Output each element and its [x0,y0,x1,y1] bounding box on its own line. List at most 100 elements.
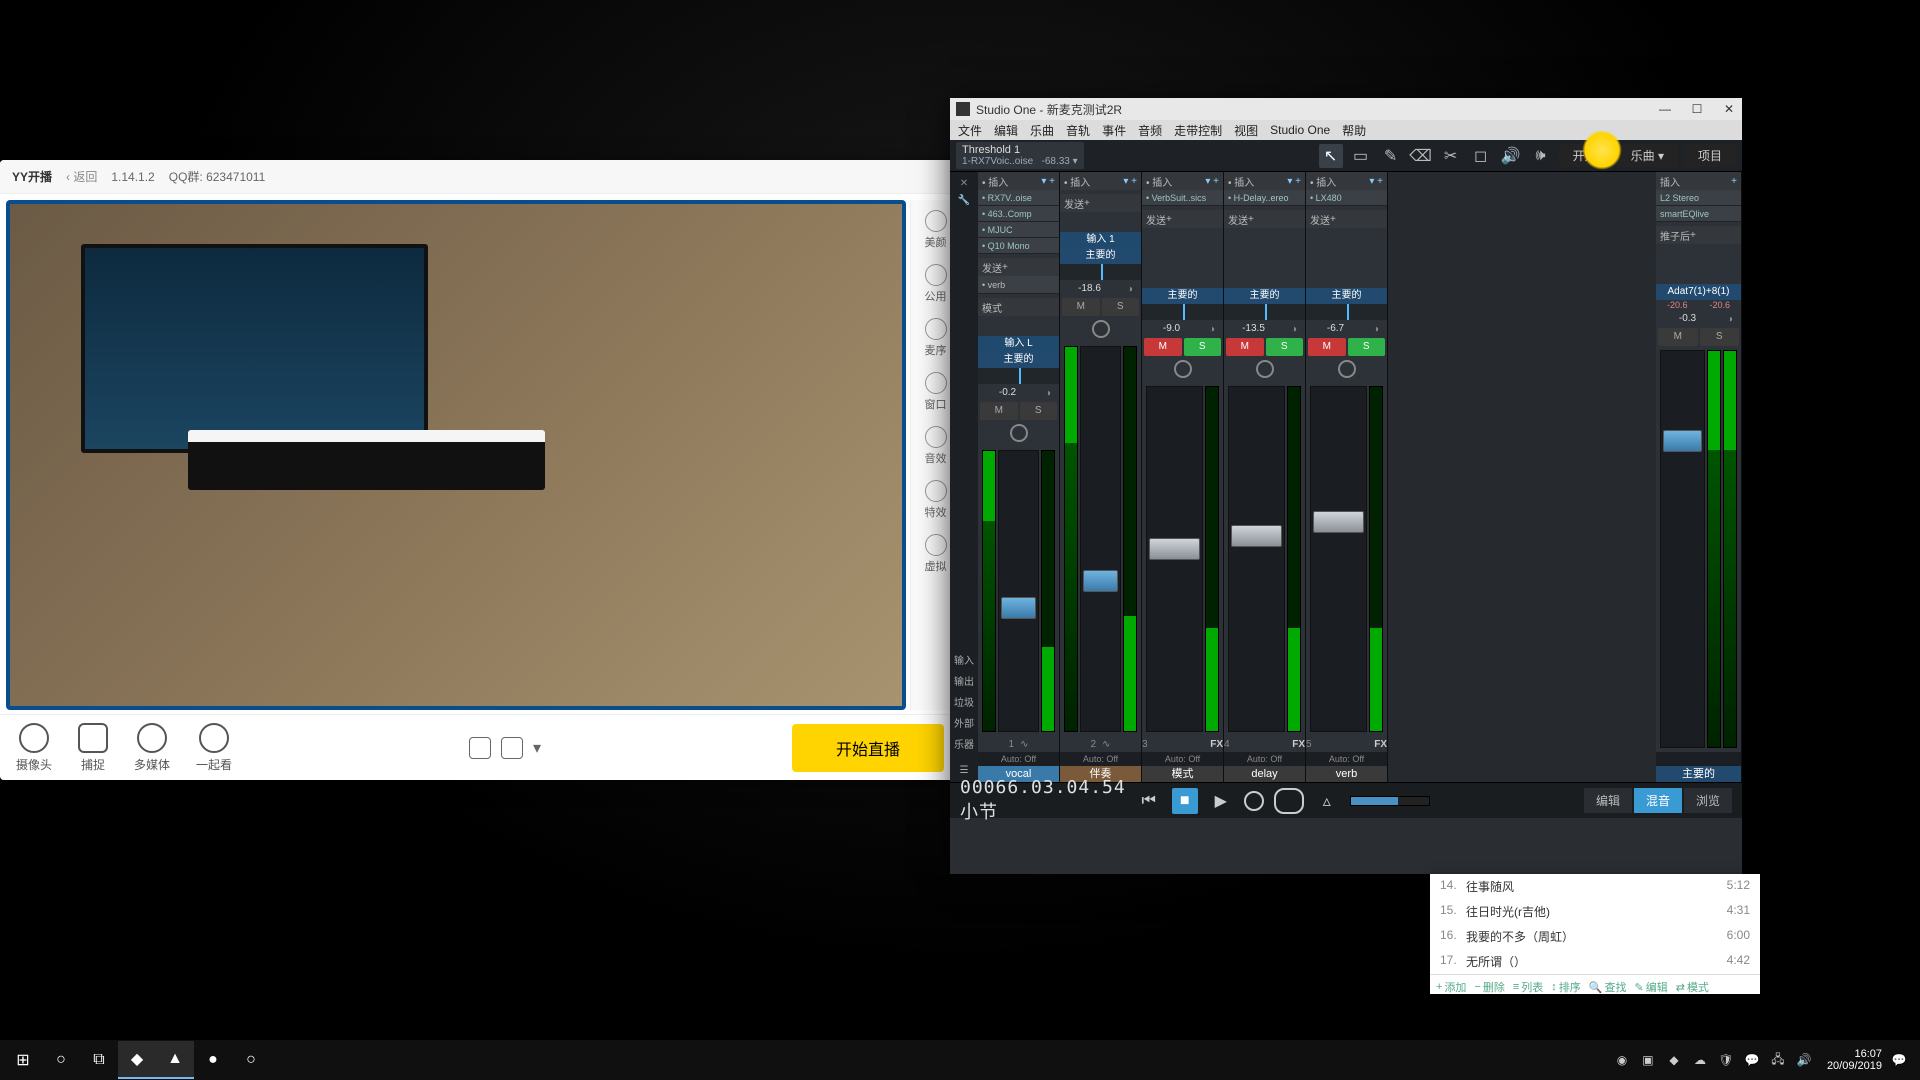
pl-add[interactable]: + 添加 [1436,979,1466,994]
close-panel-icon[interactable]: ✕ [960,178,968,189]
insert-slot[interactable]: • 463..Comp [978,206,1059,222]
pan-knob-icon[interactable]: ◑ [1365,320,1387,338]
listen-tool-icon[interactable]: 🔊 [1499,144,1523,168]
add-insert-icon[interactable]: ▾ + [1123,176,1137,187]
taskbar-app-1[interactable]: ◆ [118,1041,156,1079]
pan-slider[interactable] [978,368,1059,384]
yy-video-preview[interactable] [6,200,906,710]
auto-mode[interactable] [1656,752,1741,766]
cam-toggle-icon[interactable] [501,737,523,759]
draw-tool-icon[interactable]: ✎ [1379,144,1403,168]
gain-knob[interactable] [1338,360,1356,378]
playlist-row[interactable]: 14.往事随风5:12 [1430,874,1760,899]
taskbar-app-2[interactable]: ▲ [156,1041,194,1079]
auto-mode[interactable]: Auto: Off [1306,752,1387,766]
mute-button[interactable]: M [1062,298,1100,316]
add-insert-icon[interactable]: ▾ + [1287,176,1301,187]
side-beauty[interactable]: 美颜 [925,210,947,250]
tab-input[interactable]: 输入 [954,652,974,667]
start-page-button[interactable]: 开始 [1559,144,1611,167]
media-button[interactable]: 多媒体 [134,723,170,773]
master-channel[interactable]: 插入+ L2 Stereo smartEQlive 推子后+ Adat7(1)+… [1656,172,1742,782]
fader-track[interactable] [1310,386,1367,732]
fader-cap[interactable] [1149,538,1200,560]
side-effect[interactable]: 特效 [925,480,947,520]
master-io[interactable]: Adat7(1)+8(1) [1656,284,1741,300]
together-button[interactable]: 一起看 [196,723,232,773]
tab-output[interactable]: 输出 [954,673,974,688]
loop-button[interactable] [1274,788,1304,814]
menu-audio[interactable]: 音频 [1138,122,1162,139]
fader-track[interactable] [1146,386,1203,732]
so-titlebar[interactable]: Studio One - 新麦克测试2R — ☐ ✕ [950,98,1742,120]
solo-button[interactable]: S [1266,338,1304,356]
task-view-icon[interactable]: ⧉ [80,1041,118,1079]
channel-name[interactable]: delay [1224,766,1305,782]
pan-slider[interactable] [1142,304,1223,320]
io-label[interactable]: 输入 L [978,336,1059,352]
minimize-button[interactable]: — [1658,102,1672,116]
range-tool-icon[interactable]: ▭ [1349,144,1373,168]
insert-slot[interactable]: • RX7V..oise [978,190,1059,206]
pan-knob-icon[interactable]: ◑ [1283,320,1305,338]
solo-button[interactable]: S [1102,298,1140,316]
side-virtual[interactable]: 虚拟 [925,534,947,574]
track-info-pill[interactable]: Threshold 1 1-RX7Voic..oise -68.33 ▾ [956,142,1084,169]
side-public[interactable]: 公用 [925,264,947,304]
pan-knob-icon[interactable]: ◑ [1201,320,1223,338]
start-live-button[interactable]: 开始直播 [792,724,944,772]
io-label[interactable]: 输入 1 [1060,232,1141,248]
play-button[interactable]: ▶ [1208,788,1234,814]
menu-studioone[interactable]: Studio One [1270,123,1330,137]
fader-track[interactable] [998,450,1039,732]
taskbar-app-4[interactable]: ○ [232,1041,270,1079]
gain-knob[interactable] [1092,320,1110,338]
pl-sort[interactable]: ↕ 排序 [1551,979,1581,994]
pan-slider[interactable] [1060,264,1141,280]
pan-knob-icon[interactable]: ◑ [1119,280,1141,298]
playlist-row[interactable]: 17.无所谓（）4:42 [1430,949,1760,974]
output-label[interactable]: 主要的 [1142,288,1223,304]
tray-volume-icon[interactable]: 🔊 [1795,1051,1813,1069]
speaker-icon[interactable]: 🕪 [1529,144,1553,168]
add-send-icon[interactable]: + [1690,230,1696,241]
output-label[interactable]: 主要的 [978,352,1059,368]
menu-song[interactable]: 乐曲 [1030,122,1054,139]
menu-icon[interactable]: ☰ [960,765,969,776]
maximize-button[interactable]: ☐ [1690,102,1704,116]
pan-slider[interactable] [1306,304,1387,320]
channel-4[interactable]: • 插入▾ + • H-Delay..ereo 发送+ 主要的 -13.5◑ M… [1224,172,1306,782]
playlist-row[interactable]: 15.往日时光(r吉他)4:31 [1430,899,1760,924]
mute-button[interactable]: M [1144,338,1182,356]
stop-button[interactable]: ■ [1172,788,1198,814]
gain-knob[interactable] [1010,424,1028,442]
master-fader-track[interactable] [1660,350,1705,748]
insert-slot[interactable]: • MJUC [978,222,1059,238]
channel-2[interactable]: • 插入▾ + 发送+ 输入 1 主要的 -18.6◑ MS 2∿ Auto: … [1060,172,1142,782]
menu-help[interactable]: 帮助 [1342,122,1366,139]
pl-mode[interactable]: ⇄ 模式 [1676,979,1709,994]
playlist-row[interactable]: 16.我要的不多（周虹）6:00 [1430,924,1760,949]
yy-back-button[interactable]: ‹ 返回 [66,168,97,185]
solo-button[interactable]: S [1020,402,1058,420]
pan-slider[interactable] [1224,304,1305,320]
insert-slot[interactable]: L2 Stereo [1656,190,1741,206]
song-page-button[interactable]: 乐曲 ▾ [1617,144,1678,167]
record-button[interactable] [1244,791,1264,811]
tray-network-icon[interactable]: 🖧 [1769,1051,1787,1069]
start-menu-icon[interactable]: ⊞ [4,1041,42,1079]
tab-external[interactable]: 外部 [954,715,974,730]
capture-button[interactable]: 捕捉 [78,723,108,773]
insert-slot[interactable]: • LX480 [1306,190,1387,206]
side-window[interactable]: 窗口 [925,372,947,412]
auto-mode[interactable]: Auto: Off [1060,752,1141,766]
solo-button[interactable]: S [1184,338,1222,356]
insert-slot[interactable]: smartEQlive [1656,206,1741,222]
yy-titlebar[interactable]: YY开播 ‹ 返回 1.14.1.2 QQ群: 623471011 [0,160,960,194]
insert-slot[interactable]: • Q10 Mono [978,238,1059,254]
add-send-icon[interactable]: + [1002,262,1008,273]
master-name[interactable]: 主要的 [1656,766,1741,782]
menu-view[interactable]: 视图 [1234,122,1258,139]
tab-trash[interactable]: 垃圾 [954,694,974,709]
tray-icon[interactable]: 🛡 [1717,1051,1735,1069]
